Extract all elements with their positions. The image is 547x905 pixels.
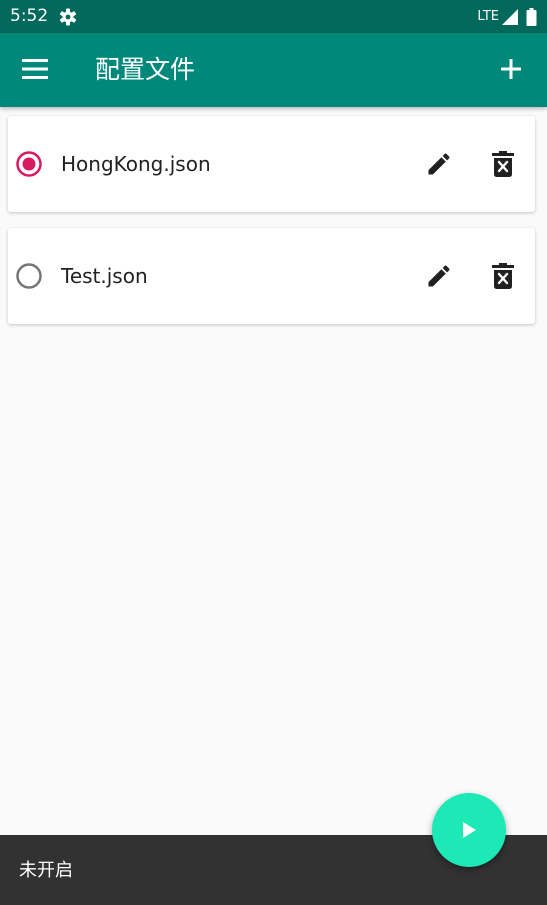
profile-name: HongKong.json [61, 152, 211, 176]
add-icon [501, 59, 521, 79]
radio-unselected[interactable] [16, 263, 42, 289]
signal-icon [501, 8, 519, 26]
delete-profile-button[interactable] [492, 263, 514, 289]
connection-status: 未开启 [19, 860, 73, 881]
profile-card-test[interactable]: Test.json [8, 228, 535, 324]
edit-profile-button[interactable] [425, 150, 453, 178]
app-bar: 配置文件 [0, 33, 547, 107]
delete-icon [492, 151, 514, 177]
start-button[interactable] [432, 793, 506, 867]
gear-icon [59, 8, 77, 26]
delete-icon [492, 263, 514, 289]
play-icon [463, 822, 476, 838]
menu-icon[interactable] [22, 57, 48, 81]
status-time: 5:52 [10, 6, 49, 26]
radio-selected[interactable] [16, 151, 42, 177]
add-profile-button[interactable] [498, 56, 524, 82]
status-bar: 5:52 LTE [0, 0, 547, 33]
profile-name: Test.json [61, 264, 148, 288]
edit-icon [428, 265, 450, 287]
status-indicators: LTE [477, 7, 537, 27]
network-type: LTE [477, 9, 499, 24]
edit-icon [428, 153, 450, 175]
profile-card-hongkong[interactable]: HongKong.json [8, 116, 535, 212]
page-title: 配置文件 [95, 55, 196, 84]
edit-profile-button[interactable] [425, 262, 453, 290]
delete-profile-button[interactable] [492, 151, 514, 177]
battery-icon [526, 8, 537, 26]
